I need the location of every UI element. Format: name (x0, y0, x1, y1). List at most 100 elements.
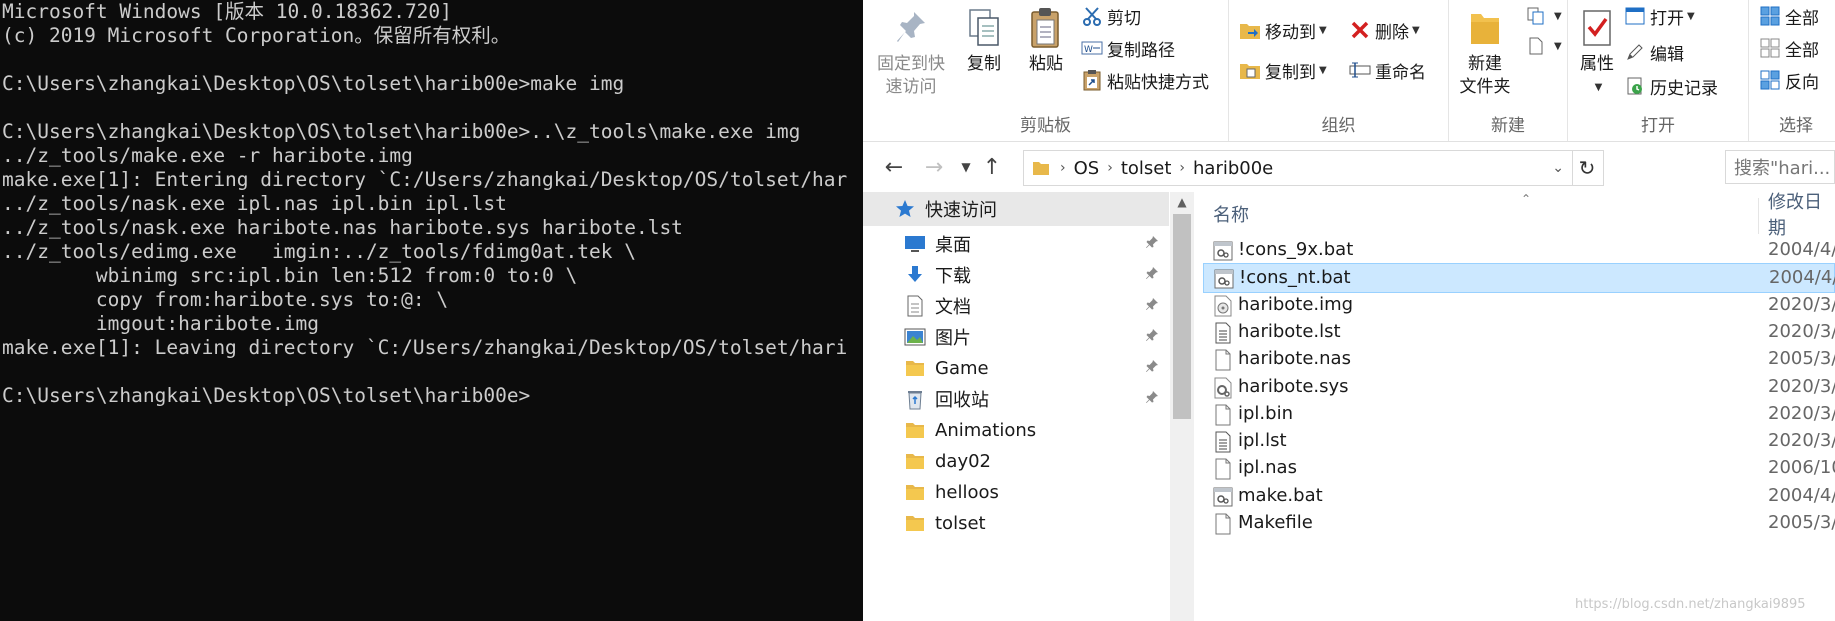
open-button[interactable]: 打开 ▼ (1624, 2, 1695, 30)
batch-file-icon (1213, 240, 1233, 262)
properties-button[interactable]: 属性 ▼ (1574, 6, 1620, 99)
new-folder-label-2: 文件夹 (1459, 77, 1511, 97)
edit-button[interactable]: 编辑 (1624, 38, 1684, 66)
pin-icon[interactable] (1145, 235, 1159, 253)
folder-icon (903, 419, 927, 441)
file-row[interactable]: haribote.img 2020/3/31 17:08 (1203, 291, 1835, 321)
up-button[interactable]: ↑ (977, 152, 1007, 182)
blank-file-icon (1213, 349, 1233, 371)
refresh-button[interactable]: ↻ (1571, 150, 1604, 186)
new-group: 新建 文件夹 ▼ ▼ 新建 (1449, 0, 1568, 141)
organize-group: 移动到 ▼ 复制到 ▼ 删除 ▼ 重命名 组织 (1229, 0, 1449, 141)
pin-icon[interactable] (1145, 359, 1159, 377)
console-output: Microsoft Windows [版本 10.0.18362.720] (c… (2, 0, 848, 407)
navpane-item[interactable]: 桌面 (863, 227, 1169, 261)
copy-path-button[interactable]: W 复制路径 (1081, 34, 1175, 62)
navpane-item[interactable]: 下载 (863, 258, 1169, 292)
scrollbar-thumb[interactable] (1173, 214, 1191, 419)
search-input[interactable]: 搜索"hari... (1725, 150, 1835, 184)
cut-button[interactable]: 剪切 (1081, 2, 1141, 30)
file-row[interactable]: ipl.lst 2020/3/31 17:08 (1203, 427, 1835, 457)
select-none-icon (1759, 37, 1781, 59)
column-header-name[interactable]: 名称 (1213, 192, 1249, 236)
organize-group-label: 组织 (1321, 116, 1356, 136)
column-header-date[interactable]: 修改日期 (1768, 192, 1835, 239)
address-dropdown-icon[interactable]: ⌄ (1552, 160, 1564, 176)
navpane-item[interactable]: Animations (863, 413, 1169, 447)
move-to-button[interactable]: 移动到 ▼ (1239, 16, 1327, 44)
file-row[interactable]: make.bat 2004/4/1 10:07 (1203, 482, 1835, 512)
navpane-item[interactable]: 文档 (863, 289, 1169, 323)
navpane-item[interactable]: 回收站 (863, 382, 1169, 416)
paste-button[interactable]: 粘贴 (1021, 6, 1071, 76)
new-folder-icon (1465, 6, 1505, 50)
breadcrumb-os[interactable]: OS (1074, 158, 1100, 179)
file-row[interactable]: ipl.bin 2020/3/31 17:08 (1203, 400, 1835, 430)
pin-icon[interactable] (1145, 297, 1159, 315)
navpane-item[interactable]: helloos (863, 475, 1169, 509)
file-date: 2020/3/31 17:08 (1768, 293, 1835, 315)
paste-shortcut-button[interactable]: 粘贴快捷方式 (1081, 66, 1209, 94)
select-all-button[interactable]: 全部 (1759, 2, 1819, 30)
file-date: 2006/10/2 23:05 (1768, 457, 1835, 479)
navpane-item[interactable]: day02 (863, 444, 1169, 478)
file-name: haribote.nas (1238, 348, 1351, 370)
folder-icon (903, 450, 927, 472)
copy-to-button[interactable]: 复制到 ▼ (1239, 56, 1327, 84)
file-date: 2020/3/31 17:08 (1768, 402, 1835, 424)
navpane-item[interactable]: tolset (863, 506, 1169, 540)
navpane-item-label: Game (935, 357, 989, 379)
file-row[interactable]: haribote.nas 2005/3/5 22:41 (1203, 345, 1835, 375)
file-row[interactable]: haribote.lst 2020/3/31 17:08 (1203, 318, 1835, 348)
delete-button[interactable]: 删除 ▼ (1349, 16, 1420, 44)
file-row[interactable]: !cons_9x.bat 2004/4/1 0:07 (1203, 236, 1835, 266)
file-row[interactable]: Makefile 2005/3/5 23:17 (1203, 509, 1835, 539)
navigation-pane-scrollbar[interactable]: ▲ (1170, 192, 1194, 621)
copy-button[interactable]: 复制 (959, 6, 1009, 76)
scissors-icon (1081, 5, 1103, 27)
pin-icon[interactable] (1145, 328, 1159, 346)
back-button[interactable]: ← (879, 152, 909, 182)
pin-to-quick-access-button[interactable]: 固定到快 速访问 (871, 6, 951, 99)
navpane-item[interactable]: Game (863, 351, 1169, 385)
file-date: 2004/4/1 10:07 (1768, 484, 1835, 506)
column-divider[interactable] (1758, 198, 1759, 234)
file-row[interactable]: haribote.sys 2020/3/31 17:08 (1203, 373, 1835, 403)
cut-label: 剪切 (1107, 8, 1141, 29)
navpane-item[interactable]: 图片 (863, 320, 1169, 354)
forward-button[interactable]: → (919, 152, 949, 182)
breadcrumb-tolset[interactable]: tolset (1121, 158, 1172, 179)
blank-file-icon (1213, 458, 1233, 480)
open-label: 打开 (1650, 8, 1684, 29)
file-list: 名称 ⌃ 修改日期 !cons_9x.bat2004/4/1 0:07!cons… (1203, 192, 1835, 621)
history-button[interactable]: 历史记录 (1624, 72, 1718, 100)
navpane-item[interactable]: 快速访问 (863, 192, 1169, 226)
edit-label: 编辑 (1650, 44, 1684, 65)
console-window[interactable]: Microsoft Windows [版本 10.0.18362.720] (c… (0, 0, 863, 621)
invert-selection-button[interactable]: 反向 (1759, 66, 1819, 94)
file-date: 2020/3/31 17:08 (1768, 375, 1835, 397)
select-none-button[interactable]: 全部 (1759, 34, 1819, 62)
pin-icon[interactable] (1145, 390, 1159, 408)
file-row[interactable]: ipl.nas 2006/10/2 23:05 (1203, 454, 1835, 484)
file-row[interactable]: !cons_nt.bat 2004/4/1 0:09 (1203, 263, 1835, 294)
properties-label: 属性 (1580, 54, 1614, 74)
pin-icon[interactable] (1145, 266, 1159, 284)
navpane-item-label: 快速访问 (925, 200, 997, 221)
breadcrumb-harib00e[interactable]: harib00e (1193, 158, 1273, 179)
navpane-item-label: tolset (935, 512, 986, 534)
file-name: ipl.lst (1238, 430, 1287, 452)
new-folder-button[interactable]: 新建 文件夹 (1455, 6, 1515, 99)
file-name: !cons_nt.bat (1239, 267, 1351, 289)
folder-icon (1032, 160, 1050, 176)
navpane-item-label: helloos (935, 481, 999, 503)
address-bar[interactable]: › OS › tolset › harib00e ⌄ (1023, 150, 1573, 186)
easy-access-button[interactable]: ▼ (1525, 32, 1562, 60)
pictures-icon (903, 326, 927, 348)
rename-button[interactable]: 重命名 (1349, 56, 1426, 84)
new-item-button[interactable]: ▼ (1525, 2, 1562, 30)
scroll-up-icon[interactable]: ▲ (1170, 192, 1194, 212)
batch-file-icon (1214, 268, 1234, 290)
select-none-label: 全部 (1785, 40, 1819, 61)
open-icon (1624, 5, 1646, 27)
